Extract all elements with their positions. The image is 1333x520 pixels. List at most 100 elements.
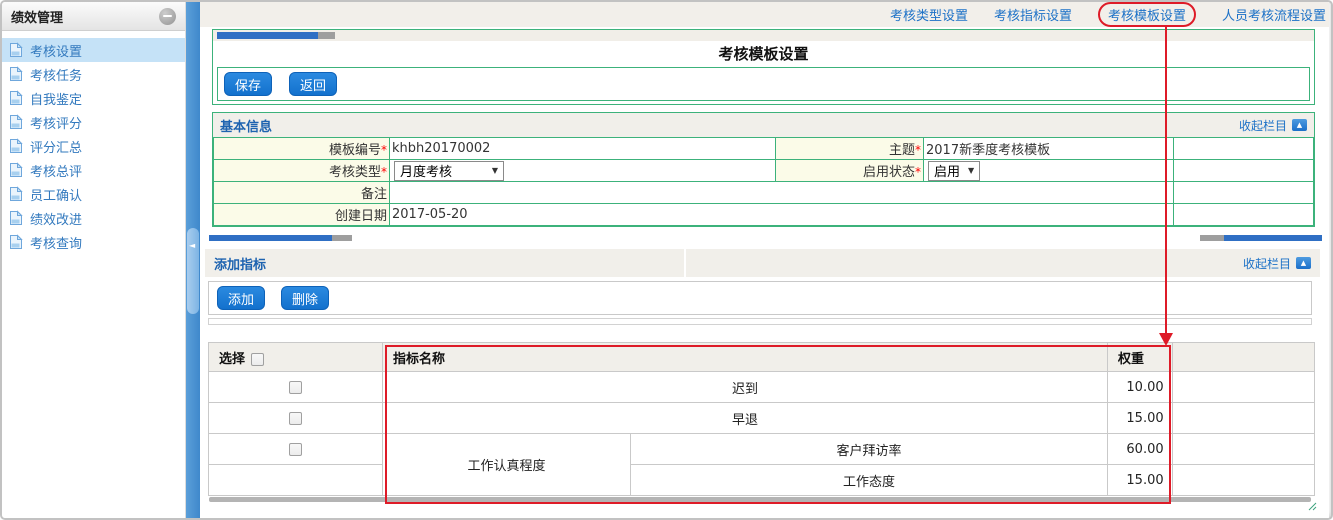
status-label: 启用状态* xyxy=(775,159,924,182)
weight-cell: 15.00 xyxy=(1107,402,1174,434)
sidebar-item-label: 考核任务 xyxy=(30,68,83,84)
scrollbar-thumb[interactable] xyxy=(209,235,332,241)
collapse-up-icon[interactable]: ▲ xyxy=(1292,119,1307,131)
minus-glyph xyxy=(163,15,172,17)
row-checkbox[interactable] xyxy=(289,380,302,394)
indicator-name-cell: 工作态度 xyxy=(629,464,1109,496)
indicator-name-cell: 迟到 xyxy=(381,371,1109,403)
bottom-hscrollbar-thumb[interactable] xyxy=(209,497,1311,502)
document-icon xyxy=(10,138,23,153)
row-checkbox[interactable] xyxy=(289,442,302,456)
remark-label: 备注 xyxy=(213,181,390,204)
empty-cell xyxy=(1173,159,1314,182)
assess-type-cell: 月度考核 ▼ xyxy=(389,159,776,182)
back-button[interactable]: 返回 xyxy=(289,72,338,96)
hscrollbar-track[interactable] xyxy=(318,32,335,39)
sidebar-item-assess-settings[interactable]: 考核设置 xyxy=(2,38,185,62)
section-title: 添加指标 xyxy=(214,257,267,273)
add-indicator-header: 添加指标 收起栏目 ▲ xyxy=(205,249,1320,277)
empty-cell xyxy=(1172,464,1315,496)
sidebar-item-label: 绩效改进 xyxy=(30,212,83,228)
sidebar-menu: 考核设置 考核任务 自我鉴定 考核评分 评分汇总 考核总评 员工确认 绩效改进 … xyxy=(2,38,185,254)
sidebar-item-assess-scoring[interactable]: 考核评分 xyxy=(2,110,185,134)
form-row: 创建日期 2017-05-20 xyxy=(213,203,1314,226)
sidebar-splitter[interactable]: ◄ xyxy=(186,2,200,518)
nav-link-template-settings[interactable]: 考核模板设置 xyxy=(1097,2,1196,27)
delete-button[interactable]: 删除 xyxy=(281,286,330,310)
chevron-down-icon: ▼ xyxy=(968,166,975,175)
document-icon xyxy=(10,234,23,249)
indicator-name-cell: 客户拜访率 xyxy=(629,433,1109,465)
weight-cell: 60.00 xyxy=(1107,433,1174,465)
document-icon xyxy=(10,42,23,57)
section-title: 基本信息 xyxy=(220,119,273,135)
template-no-label: 模板编号* xyxy=(213,137,390,160)
table-row: 早退 15.00 xyxy=(208,402,1315,434)
nav-link-indicator-settings[interactable]: 考核指标设置 xyxy=(994,5,1072,24)
remark-field[interactable] xyxy=(389,181,1174,204)
document-icon xyxy=(10,210,23,225)
basic-info-form: 模板编号* khbh20170002 主题* 2017新季度考核模板 考核类型*… xyxy=(213,137,1314,226)
document-icon xyxy=(10,66,23,81)
required-marker: * xyxy=(915,143,921,157)
save-button[interactable]: 保存 xyxy=(224,72,273,96)
top-hscrollbar xyxy=(213,30,1314,41)
empty-cell xyxy=(1173,181,1314,204)
collapse-link[interactable]: 收起栏目 xyxy=(1243,255,1291,272)
sidebar-item-assess-tasks[interactable]: 考核任务 xyxy=(2,62,185,86)
required-marker: * xyxy=(381,165,387,179)
sidebar-item-label: 评分汇总 xyxy=(30,140,83,156)
header-seam xyxy=(684,249,686,277)
sidebar-item-label: 自我鉴定 xyxy=(30,92,83,108)
collapse-section-control[interactable]: 收起栏目 ▲ xyxy=(1239,117,1307,134)
nav-link-assess-type-settings[interactable]: 考核类型设置 xyxy=(890,5,968,24)
subject-field[interactable]: 2017新季度考核模板 xyxy=(923,137,1174,160)
sidebar-item-score-summary[interactable]: 评分汇总 xyxy=(2,134,185,158)
form-row: 模板编号* khbh20170002 主题* 2017新季度考核模板 xyxy=(213,137,1314,160)
weight-cell: 10.00 xyxy=(1107,371,1174,403)
select-all-checkbox[interactable] xyxy=(251,352,265,366)
scrollbar-thumb[interactable] xyxy=(1224,235,1322,241)
add-button[interactable]: 添加 xyxy=(217,286,266,310)
title-toolbar-panel: 考核模板设置 保存 返回 xyxy=(212,29,1315,105)
sidebar-item-self-appraisal[interactable]: 自我鉴定 xyxy=(2,86,185,110)
table-row: 迟到 10.00 xyxy=(208,371,1315,403)
collapse-panel-minus-icon[interactable] xyxy=(159,7,176,25)
document-icon xyxy=(10,114,23,129)
select-cell xyxy=(208,433,383,465)
document-icon xyxy=(10,90,23,105)
created-date-label: 创建日期 xyxy=(213,203,390,226)
scrollbar-track[interactable] xyxy=(1200,235,1224,241)
scrollbar-track[interactable] xyxy=(332,235,352,241)
resize-grip-icon[interactable] xyxy=(1308,502,1317,511)
sidebar-item-label: 考核设置 xyxy=(30,44,83,60)
sidebar: 绩效管理 考核设置 考核任务 自我鉴定 考核评分 评分汇总 考核总评 员工确认 … xyxy=(2,2,186,518)
nav-link-personnel-flow-settings[interactable]: 人员考核流程设置 xyxy=(1222,5,1326,24)
chevron-down-icon: ▼ xyxy=(491,166,498,175)
sidebar-item-employee-confirm[interactable]: 员工确认 xyxy=(2,182,185,206)
name-column-header: 指标名称 xyxy=(381,342,1109,372)
required-marker: * xyxy=(381,143,387,157)
selected-option: 月度考核 xyxy=(400,165,453,180)
collapse-section-control[interactable]: 收起栏目 ▲ xyxy=(1243,255,1311,272)
select-cell xyxy=(208,371,383,403)
sidebar-item-overall-review[interactable]: 考核总评 xyxy=(2,158,185,182)
assess-type-select[interactable]: 月度考核 ▼ xyxy=(394,160,504,181)
collapse-left-arrow-icon[interactable]: ◄ xyxy=(189,242,195,250)
row-checkbox[interactable] xyxy=(289,411,302,425)
created-date-value: 2017-05-20 xyxy=(389,203,1174,226)
sidebar-item-label: 考核总评 xyxy=(30,164,83,180)
sidebar-item-assess-query[interactable]: 考核查询 xyxy=(2,230,185,254)
main-content: 考核类型设置 考核指标设置 考核模板设置 人员考核流程设置 考核模板设置 保存 … xyxy=(200,2,1329,518)
basic-info-panel: 基本信息 收起栏目 ▲ 模板编号* khbh20170002 主题* 2017新… xyxy=(212,112,1315,227)
form-row: 备注 xyxy=(213,181,1314,204)
document-icon xyxy=(10,162,23,177)
template-no-field[interactable]: khbh20170002 xyxy=(389,137,776,160)
status-select[interactable]: 启用 ▼ xyxy=(928,160,980,181)
collapse-up-icon[interactable]: ▲ xyxy=(1296,257,1311,269)
select-column-header: 选择 xyxy=(208,342,383,372)
sidebar-item-performance-improve[interactable]: 绩效改进 xyxy=(2,206,185,230)
empty-cell xyxy=(1172,402,1315,434)
collapse-link[interactable]: 收起栏目 xyxy=(1239,117,1287,134)
hscrollbar-thumb[interactable] xyxy=(217,32,318,39)
